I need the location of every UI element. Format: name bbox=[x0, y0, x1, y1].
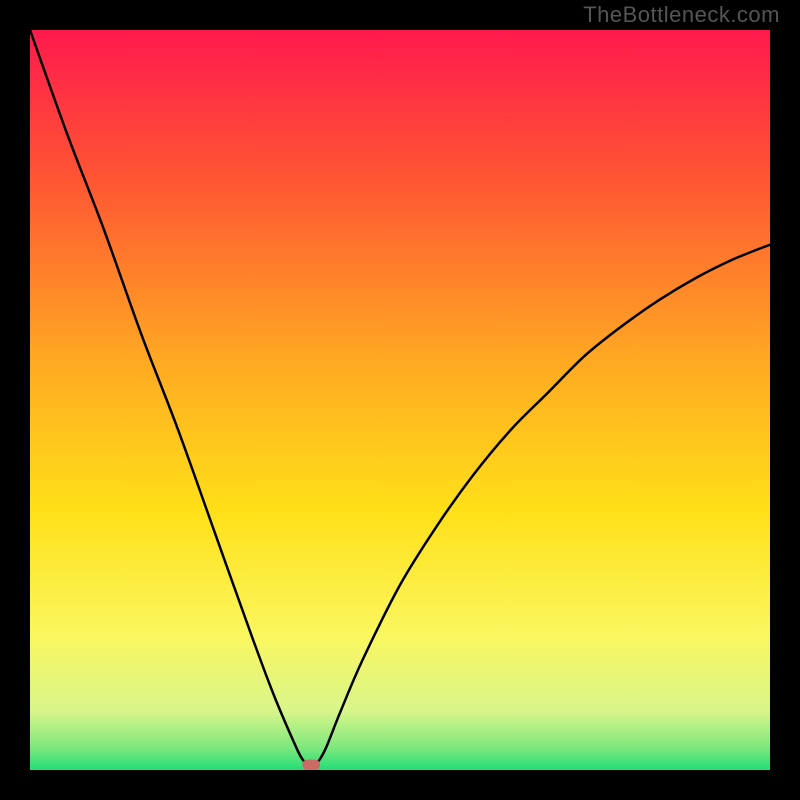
bottleneck-chart bbox=[30, 30, 770, 770]
gradient-background bbox=[30, 30, 770, 770]
optimum-marker bbox=[302, 760, 320, 770]
chart-container: TheBottleneck.com bbox=[0, 0, 800, 800]
watermark-text: TheBottleneck.com bbox=[583, 2, 780, 28]
